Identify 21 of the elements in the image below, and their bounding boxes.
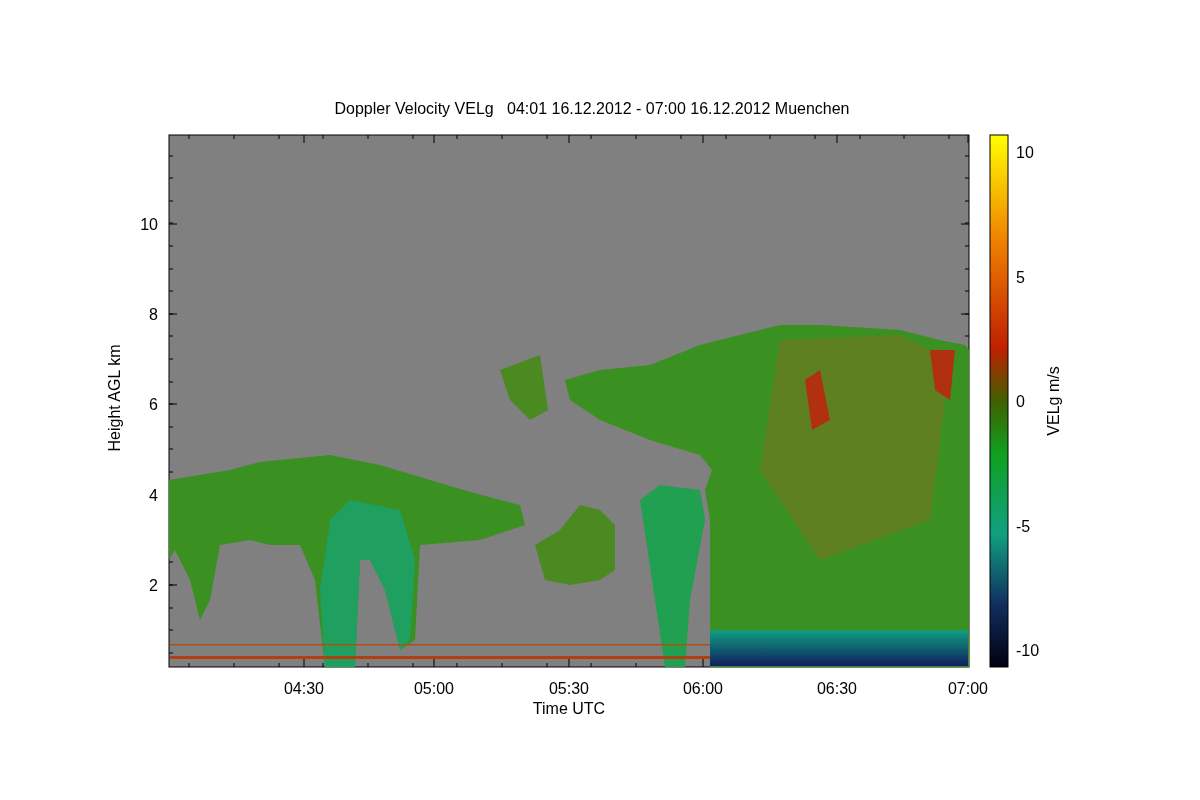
- colorbar-tick-label: -10: [1016, 642, 1040, 659]
- x-tick-label: 06:00: [683, 680, 723, 697]
- colorbar-tick-label: -5: [1016, 518, 1031, 535]
- x-tick-label: 05:30: [549, 680, 589, 697]
- y-tick-label: 8: [149, 306, 158, 323]
- radar-echo-region: [500, 355, 548, 420]
- x-tick-label: 06:30: [817, 680, 857, 697]
- x-tick-label: 05:00: [414, 680, 454, 697]
- y-tick-label: 2: [149, 577, 158, 594]
- colorbar-tick-label: 0: [1016, 393, 1025, 410]
- y-axis-label: Height AGL km: [106, 344, 123, 452]
- x-axis-label: Time UTC: [532, 700, 606, 717]
- y-tick-label: 6: [149, 396, 158, 413]
- x-tick-label: 04:30: [284, 680, 324, 697]
- colorbar-tick-label: 10: [1016, 144, 1034, 161]
- y-tick-label: 4: [149, 487, 158, 504]
- colorbar-tick-label: 5: [1016, 269, 1025, 286]
- x-tick-label: 07:00: [948, 680, 988, 697]
- plot-title: Doppler Velocity VELg 04:01 16.12.2012 - 07:00 16.12.2012 Muenchen: [334, 100, 850, 117]
- colorbar-label: VELg m/s: [1045, 366, 1062, 436]
- y-tick-label: 10: [140, 216, 158, 233]
